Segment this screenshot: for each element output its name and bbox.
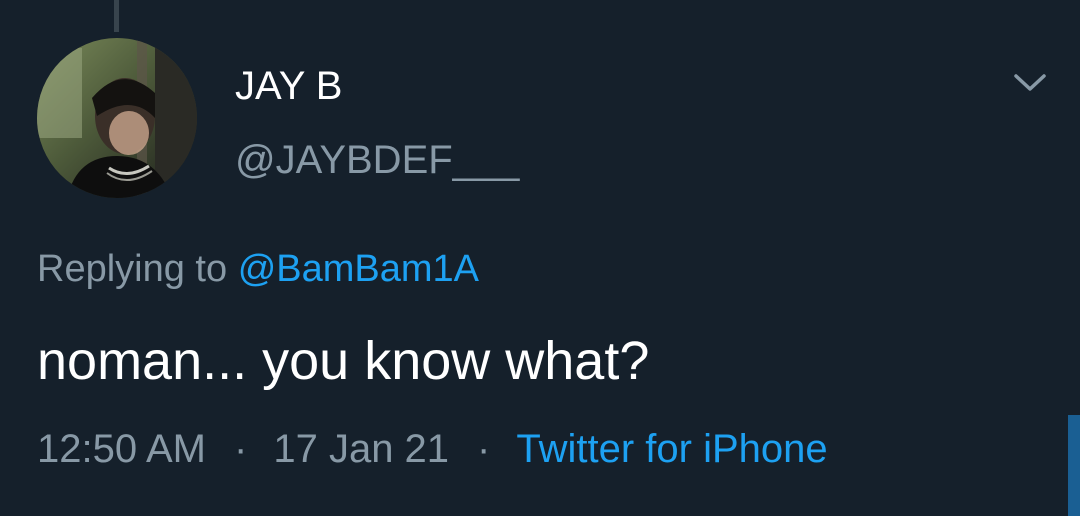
tweet-menu-button[interactable] — [1010, 66, 1050, 100]
edge-accent-bar — [1068, 415, 1080, 516]
tweet-card: JAY B @JAYBDEF___ Replying to @BamBam1A … — [0, 0, 1080, 516]
tweet-time[interactable]: 12:50 AM — [37, 427, 206, 471]
display-name[interactable]: JAY B — [235, 64, 342, 108]
meta-separator: · — [234, 427, 248, 471]
user-handle[interactable]: @JAYBDEF___ — [235, 138, 519, 182]
tweet-source-link[interactable]: Twitter for iPhone — [516, 427, 827, 471]
tweet-meta: 12:50 AM · 17 Jan 21 · Twitter for iPhone — [37, 425, 828, 473]
thread-connector-line — [114, 0, 119, 32]
replying-to-label: Replying to — [37, 248, 228, 290]
reply-mention-link[interactable]: @BamBam1A — [238, 248, 479, 290]
meta-separator: · — [477, 427, 491, 471]
tweet-date[interactable]: 17 Jan 21 — [273, 427, 449, 471]
replying-to-line: Replying to @BamBam1A — [37, 246, 479, 292]
tweet-text: noman... you know what? — [37, 331, 650, 391]
avatar[interactable] — [37, 38, 197, 198]
avatar-photo — [37, 38, 197, 198]
chevron-down-icon — [1014, 74, 1046, 91]
